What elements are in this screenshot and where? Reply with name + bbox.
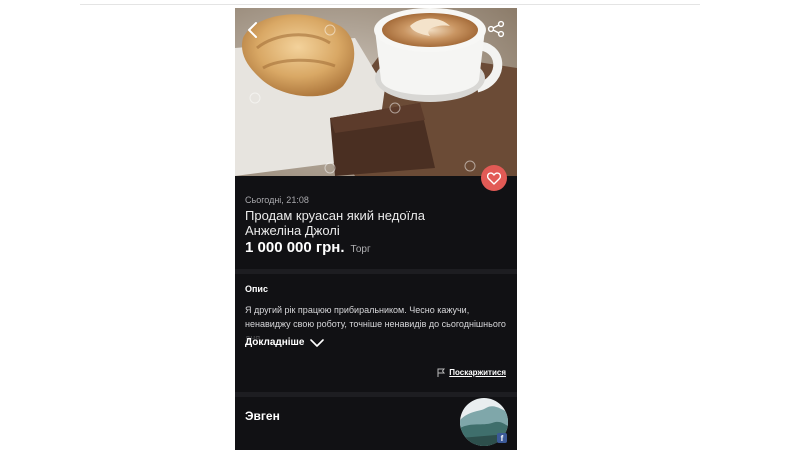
divider [80, 4, 700, 5]
facebook-icon: f [497, 433, 507, 443]
report-label: Поскаржитися [449, 368, 506, 377]
report-row: Поскаржитися [235, 362, 517, 392]
listing-date: Сьогодні, 21:08 [245, 195, 309, 205]
negotiable-label: Торг [350, 244, 371, 255]
listing-price: 1 000 000 грн. [245, 239, 345, 256]
description-heading: Опис [245, 284, 268, 294]
show-more-button[interactable]: Докладніше [245, 337, 325, 348]
favorite-button[interactable] [481, 165, 507, 191]
listing-title: Продам круасан який недоїла Анжеліна Джо… [245, 208, 425, 238]
croissant-coffee-image [235, 8, 517, 176]
show-more-label: Докладніше [245, 337, 305, 348]
share-icon[interactable] [487, 20, 505, 38]
price-row: 1 000 000 грн. Торг [245, 239, 371, 256]
chevron-left-icon[interactable] [243, 20, 263, 40]
heart-icon [487, 171, 501, 185]
seller-name: Эвген [245, 409, 280, 423]
flag-icon [437, 368, 446, 377]
description-section: Опис Я другий рік працюю прибиральником.… [235, 274, 517, 362]
report-link[interactable]: Поскаржитися [437, 368, 506, 377]
seller-section[interactable]: Эвген f [235, 397, 517, 450]
listing-info: Сьогодні, 21:08 Продам круасан який недо… [235, 176, 517, 269]
listing-screen: Сьогодні, 21:08 Продам круасан який недо… [235, 8, 517, 450]
page: Сьогодні, 21:08 Продам круасан який недо… [0, 0, 800, 450]
listing-photo[interactable] [235, 8, 517, 176]
chevron-down-icon [310, 338, 325, 347]
